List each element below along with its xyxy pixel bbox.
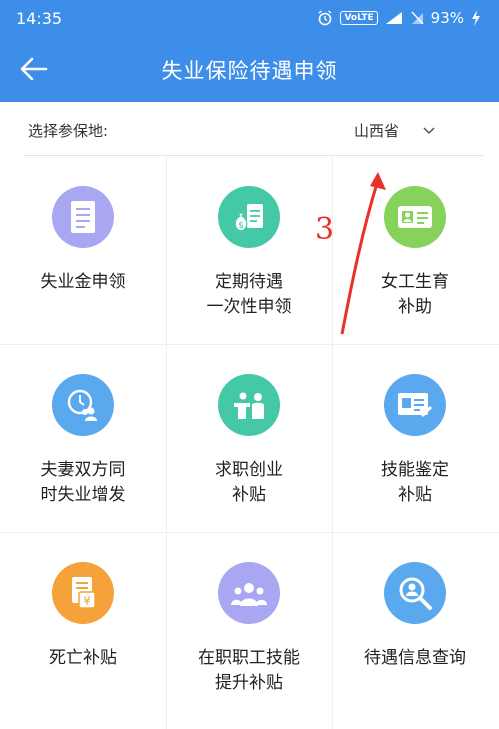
service-icon-bg: $ xyxy=(218,186,280,248)
chevron-down-icon xyxy=(423,126,435,134)
service-label: 在职职工技能 提升补贴 xyxy=(198,648,300,693)
service-icon-bg xyxy=(52,374,114,436)
service-label: 待遇信息查询 xyxy=(364,648,466,668)
status-time: 14:35 xyxy=(16,8,63,28)
document-list-icon xyxy=(71,201,95,233)
charging-icon xyxy=(472,10,480,26)
no-sim-icon xyxy=(411,11,424,25)
app-header: 失业保险待遇申领 xyxy=(0,36,499,102)
region-label: 选择参保地: xyxy=(28,122,109,140)
service-icon-bg xyxy=(384,374,446,436)
yen-document-icon: ¥ xyxy=(72,577,96,609)
service-label: 技能鉴定 补贴 xyxy=(381,460,449,505)
service-grid: 失业金申领 $ 定期待遇 一次性申领 女工生育 补助 夫妻双方同 时失业增发 求… xyxy=(0,156,499,729)
service-label: 定期待遇 一次性申领 xyxy=(206,272,292,317)
service-icon-bg xyxy=(384,562,446,624)
volte-badge: VoLTE xyxy=(340,11,378,25)
annotation-number: 3 xyxy=(315,212,335,247)
money-bag-icon: $ xyxy=(234,204,263,232)
region-row: 选择参保地: 山西省 xyxy=(0,102,499,156)
service-label: 夫妻双方同 时失业增发 xyxy=(40,460,126,505)
id-card-icon xyxy=(398,206,432,228)
region-value: 山西省 xyxy=(354,122,400,140)
battery-percent: 93% xyxy=(430,9,464,27)
region-dropdown[interactable]: 山西省 xyxy=(348,116,441,145)
service-icon-bg xyxy=(384,186,446,248)
svg-text:¥: ¥ xyxy=(83,594,91,608)
search-person-icon xyxy=(399,577,432,610)
page-title: 失业保险待遇申领 xyxy=(161,59,338,83)
svg-text:$: $ xyxy=(238,221,244,231)
service-label: 死亡补贴 xyxy=(49,648,117,668)
podium-icon xyxy=(234,392,264,419)
clock-people-icon xyxy=(67,389,97,421)
certificate-icon xyxy=(398,393,433,418)
service-skill-certification[interactable]: 技能鉴定 补贴 xyxy=(332,344,498,532)
alarm-icon xyxy=(319,10,332,26)
service-maternity-subsidy[interactable]: 女工生育 补助 xyxy=(332,156,498,344)
service-icon-bg: ¥ xyxy=(52,562,114,624)
service-skill-upgrade-subsidy[interactable]: 在职职工技能 提升补贴 xyxy=(166,532,332,720)
service-icon-bg xyxy=(218,562,280,624)
service-death-subsidy[interactable]: ¥ 死亡补贴 xyxy=(0,532,166,720)
service-icon-bg xyxy=(52,186,114,248)
service-unemployment-benefit[interactable]: 失业金申领 xyxy=(0,156,166,344)
service-icon-bg xyxy=(218,374,280,436)
service-periodic-lump-sum[interactable]: $ 定期待遇 一次性申领 xyxy=(166,156,332,344)
signal-icon xyxy=(385,12,402,24)
service-label: 失业金申领 xyxy=(40,272,126,292)
service-benefit-inquiry[interactable]: 待遇信息查询 xyxy=(332,532,498,720)
service-label: 女工生育 补助 xyxy=(381,272,449,317)
service-label: 求职创业 补贴 xyxy=(215,460,283,505)
status-icons: VoLTE 93% xyxy=(317,9,481,27)
status-bar: 14:35 VoLTE 93% xyxy=(0,0,499,36)
group-icon xyxy=(231,583,267,606)
service-couple-unemployed[interactable]: 夫妻双方同 时失业增发 xyxy=(0,344,166,532)
service-job-startup-subsidy[interactable]: 求职创业 补贴 xyxy=(166,344,332,532)
